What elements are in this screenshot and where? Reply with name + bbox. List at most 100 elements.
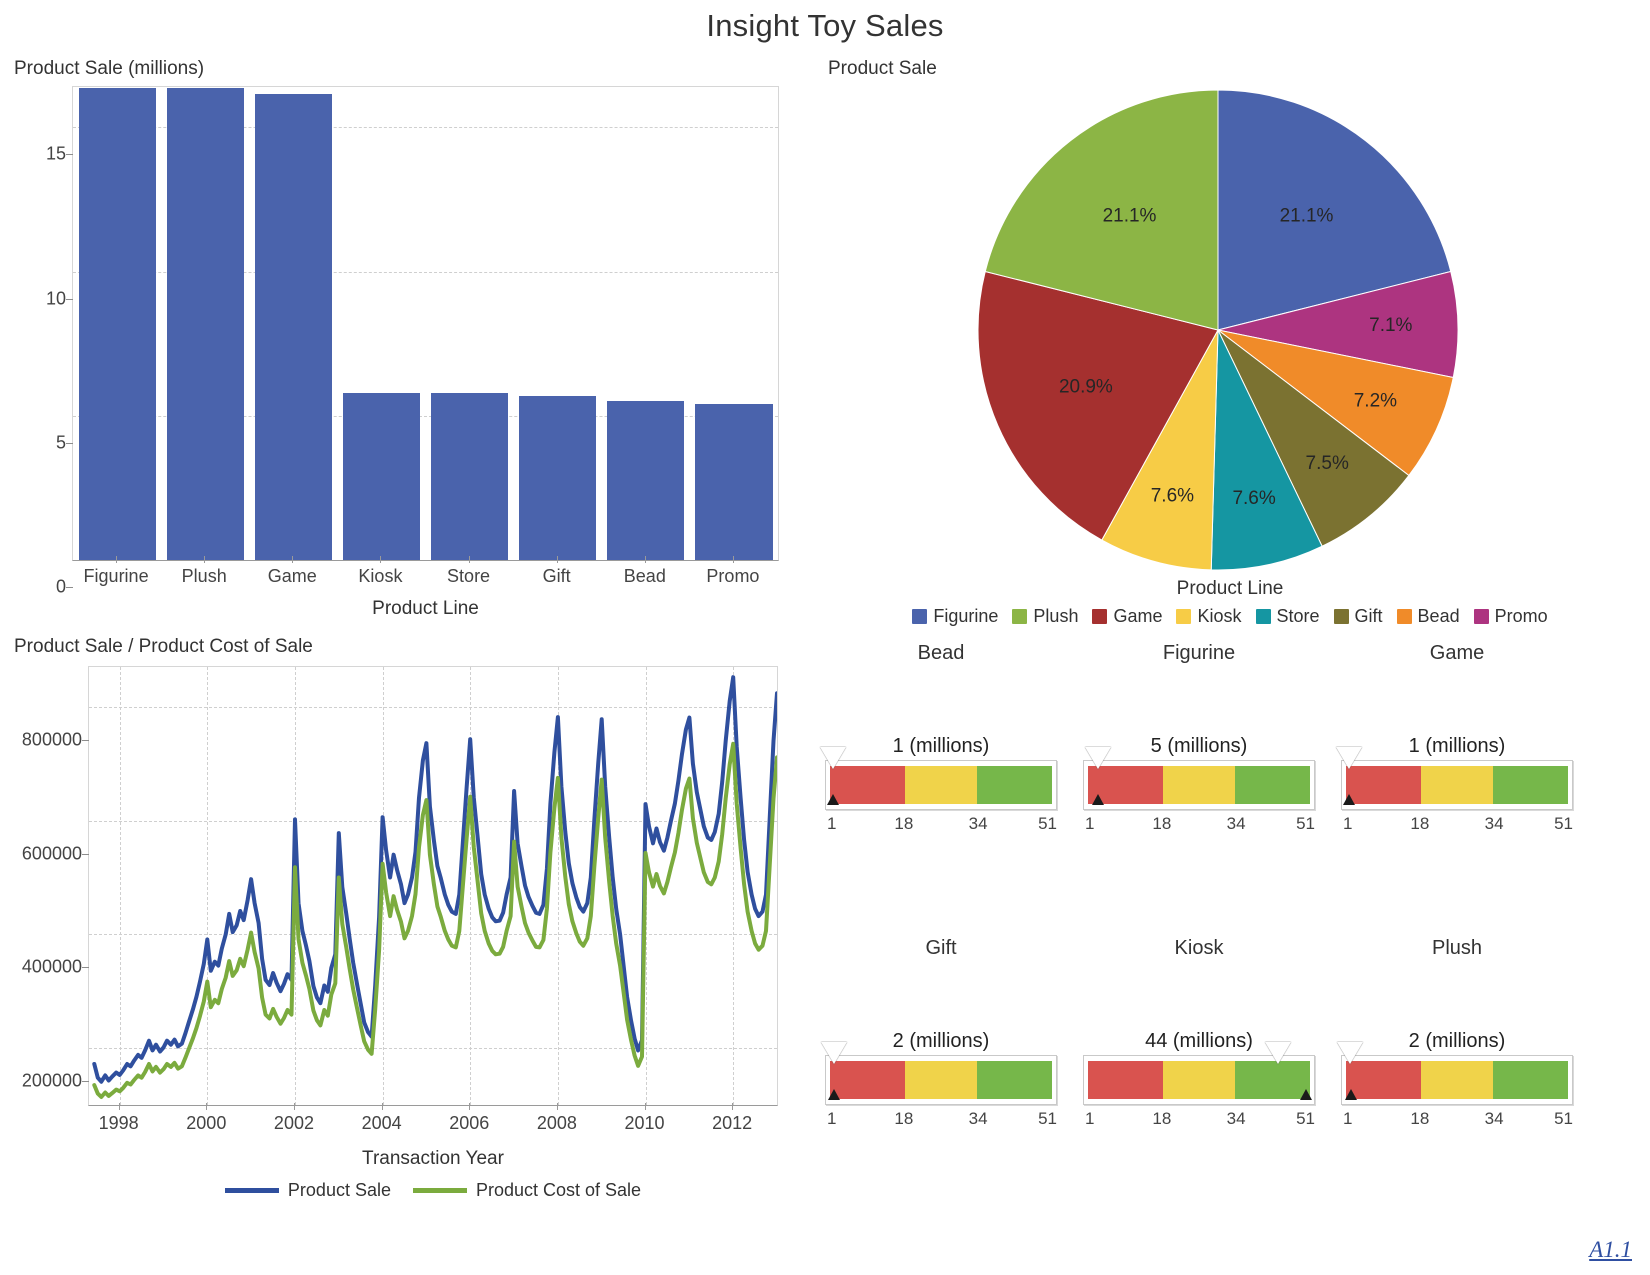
gauge-value-pointer xyxy=(1091,794,1104,805)
bar-y-tick-label: 5 xyxy=(55,432,66,453)
gauge-track[interactable] xyxy=(1336,747,1573,810)
bar-x-tick-label: Plush xyxy=(181,566,227,586)
gauge-title: Game xyxy=(1429,642,1485,664)
gauge-tick-label: 18 xyxy=(1152,814,1172,833)
bar-y-tick-label: 15 xyxy=(45,143,66,164)
tick-mark xyxy=(66,442,73,444)
bar-gift[interactable] xyxy=(519,395,597,560)
gauge-tick-label: 18 xyxy=(894,814,914,833)
gauge-track[interactable] xyxy=(1337,1042,1573,1105)
gauge-band-high xyxy=(1492,766,1568,804)
gauge-band-high xyxy=(1234,1061,1310,1099)
gauge-track[interactable] xyxy=(1083,747,1315,810)
line-chart-x-axis-title: Transaction Year xyxy=(362,1148,504,1169)
pie-label-kiosk: 7.6% xyxy=(1151,486,1194,507)
gauge-target-marker xyxy=(1337,1042,1364,1064)
pie-label-game: 20.9% xyxy=(1059,376,1113,397)
legend-label: Store xyxy=(1276,606,1320,626)
legend-label: Gift xyxy=(1354,606,1383,626)
bar-promo[interactable] xyxy=(695,404,773,560)
legend-swatch-icon xyxy=(1012,609,1028,624)
bar-y-tick-label: 10 xyxy=(45,288,66,309)
gauge-spacer xyxy=(818,666,1064,732)
pie-label-bead: 7.2% xyxy=(1354,390,1397,411)
gauge-tick-label: 34 xyxy=(1484,1109,1504,1128)
gauge-value-label: 1 (millions) xyxy=(1408,735,1506,757)
legend-item-figurine[interactable]: Figurine xyxy=(912,606,998,627)
bar-chart-y-axis: 0 5 10 15 xyxy=(0,86,73,597)
legend-label: Bead xyxy=(1417,606,1460,626)
line-x-tick-label: 2012 xyxy=(712,1113,753,1133)
legend-label: Promo xyxy=(1494,606,1548,626)
bar-chart-plot-area xyxy=(72,86,779,561)
bar-x-tick-label: Figurine xyxy=(83,566,149,586)
gauge-target-marker xyxy=(1336,747,1363,769)
gauge-tick-label: 1 xyxy=(1343,1109,1353,1128)
tick-mark xyxy=(66,154,73,156)
tick-mark xyxy=(293,1103,295,1110)
sheet-link[interactable]: A1.1 xyxy=(1589,1237,1632,1263)
gauge-value-pointer xyxy=(826,794,839,805)
bar-plush[interactable] xyxy=(166,88,244,560)
tick-mark xyxy=(118,1103,120,1110)
legend-item-store[interactable]: Store xyxy=(1255,606,1320,627)
legend-label: Game xyxy=(1113,606,1163,626)
legend-item-bead[interactable]: Bead xyxy=(1396,606,1460,627)
line-legend-item-product-sale[interactable]: Product Sale xyxy=(224,1180,391,1201)
tick-mark xyxy=(556,556,558,563)
tick-mark xyxy=(732,556,734,563)
line-legend-item-product-cost-of-sale[interactable]: Product Cost of Sale xyxy=(412,1180,642,1201)
line-chart-plot-area xyxy=(88,666,778,1106)
line-legend-label: Product Sale xyxy=(287,1180,391,1200)
gauge-bands xyxy=(1346,1061,1568,1099)
gauge-tick-label: 34 xyxy=(968,814,988,833)
gauge-bands xyxy=(1346,766,1568,804)
gauge-band-mid xyxy=(905,1061,977,1099)
bar-game[interactable] xyxy=(254,94,332,560)
gauge-scale: 1 18 34 51 xyxy=(1341,814,1573,838)
legend-item-promo[interactable]: Promo xyxy=(1473,606,1548,627)
gauge-spacer xyxy=(1334,961,1580,1027)
line-chart-svg xyxy=(92,675,777,1099)
bar-store[interactable] xyxy=(431,392,509,560)
gauge-target-marker xyxy=(1084,747,1111,769)
gauge-bands xyxy=(1088,1061,1310,1099)
legend-item-gift[interactable]: Gift xyxy=(1333,606,1383,627)
tick-mark xyxy=(82,739,89,741)
gauge-plush: Plush 2 (millions) 1 18 34 51 xyxy=(1334,935,1580,1133)
line-legend-label: Product Cost of Sale xyxy=(475,1180,642,1200)
pie-label-promo: 7.1% xyxy=(1369,315,1412,336)
gauge-band-low xyxy=(830,766,906,804)
gauge-track[interactable] xyxy=(820,1042,1057,1105)
gauge-tick-label: 51 xyxy=(1038,814,1057,833)
bar-figurine[interactable] xyxy=(78,88,156,560)
gauge-tick-label: 34 xyxy=(1226,1109,1246,1128)
gauge-value-label: 2 (millions) xyxy=(1408,1030,1506,1052)
legend-label: Plush xyxy=(1033,606,1079,626)
gauge-tick-label: 34 xyxy=(1226,814,1246,833)
tick-mark xyxy=(644,556,646,563)
bar-chart-x-axis: Figurine Plush Game Kiosk Store Gift Bead Promo xyxy=(72,556,779,591)
line-y-tick-label: 800000 xyxy=(21,729,82,750)
gauge-track[interactable] xyxy=(1083,1042,1315,1105)
gauge-band-mid xyxy=(1421,766,1493,804)
bar-chart-title: Product Sale (millions) xyxy=(14,58,205,79)
legend-swatch-icon xyxy=(1176,609,1192,624)
gauge-value-label: 5 (millions) xyxy=(1150,735,1248,757)
pie-legend-title: Product Line xyxy=(1176,578,1284,599)
gauge-target-marker xyxy=(820,1042,847,1064)
bullet-gauge-panel: Bead 1 (millions) 1 18 34 51 Figurine 5 (millio… xyxy=(800,640,1650,1240)
legend-item-game[interactable]: Game xyxy=(1092,606,1162,627)
bar-bead[interactable] xyxy=(607,401,685,560)
tick-mark xyxy=(380,556,382,563)
bar-kiosk[interactable] xyxy=(342,392,420,560)
gauge-tick-label: 18 xyxy=(894,1109,914,1128)
legend-swatch-icon xyxy=(1333,609,1349,624)
legend-item-kiosk[interactable]: Kiosk xyxy=(1176,606,1242,627)
legend-label: Kiosk xyxy=(1197,606,1242,626)
gauge-track[interactable] xyxy=(819,747,1057,810)
legend-item-plush[interactable]: Plush xyxy=(1012,606,1078,627)
gauge-tick-label: 1 xyxy=(1085,814,1095,833)
gauge-tick-label: 18 xyxy=(1152,1109,1172,1128)
line-x-tick-label: 2004 xyxy=(361,1113,402,1133)
